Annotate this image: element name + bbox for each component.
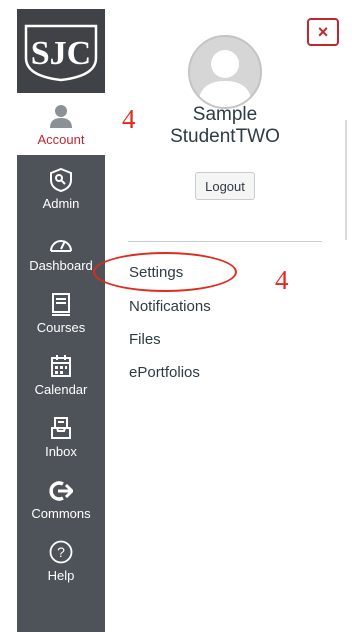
nav-item-label: Dashboard: [29, 257, 93, 273]
avatar-placeholder-icon: [198, 50, 252, 107]
tray-edge: [345, 9, 352, 632]
user-display-name: Sample StudentTWO: [170, 104, 280, 147]
nav-item-label: Calendar: [34, 381, 88, 397]
top-strip: [0, 0, 352, 9]
logout-button[interactable]: Logout: [195, 172, 255, 200]
inbox-icon: [51, 416, 71, 439]
nav-item-label: Admin: [42, 195, 80, 211]
nav-item-inbox[interactable]: Inbox: [17, 405, 105, 467]
nav-item-admin[interactable]: Admin: [17, 157, 105, 219]
commons-icon: [49, 480, 73, 501]
sjc-logo-mark: SJC: [24, 24, 98, 82]
admin-icon: [50, 167, 72, 192]
nav-item-calendar[interactable]: Calendar: [17, 343, 105, 405]
tray-link-notifications[interactable]: Notifications: [129, 298, 211, 315]
nav-item-courses[interactable]: Courses: [17, 281, 105, 343]
avatar[interactable]: [188, 35, 262, 109]
logo-text: SJC: [31, 35, 91, 72]
global-nav-sidebar: SJC Account Admin Dashboard Courses Cale…: [17, 9, 105, 632]
tray-edge-line: [345, 120, 347, 240]
sjc-logo[interactable]: SJC: [17, 9, 105, 93]
close-tray-button[interactable]: ×: [307, 18, 339, 46]
tray-link-eportfolios[interactable]: ePortfolios: [129, 364, 200, 381]
dashboard-icon: [50, 239, 72, 252]
tray-link-files[interactable]: Files: [129, 331, 161, 348]
tray-divider: [128, 241, 322, 242]
nav-item-help[interactable]: ? Help: [17, 529, 105, 591]
nav-item-commons[interactable]: Commons: [17, 467, 105, 529]
account-step-annotation: 4: [122, 104, 136, 134]
close-icon: ×: [317, 21, 329, 42]
courses-icon: [52, 292, 70, 316]
settings-step-annotation: 4: [275, 265, 289, 295]
nav-item-label: Commons: [31, 505, 91, 521]
nav-item-label: Courses: [36, 319, 86, 335]
svg-text:?: ?: [57, 544, 65, 560]
account-icon: [50, 104, 72, 128]
nav-item-label: Help: [47, 567, 75, 583]
calendar-icon: [51, 354, 71, 377]
nav-item-label: Inbox: [45, 443, 77, 459]
nav-item-dashboard[interactable]: Dashboard: [17, 219, 105, 281]
help-icon: ?: [49, 540, 73, 563]
settings-highlight-oval: [93, 252, 237, 292]
nav-item-label: Account: [37, 131, 85, 147]
nav-item-account[interactable]: Account: [17, 93, 105, 155]
